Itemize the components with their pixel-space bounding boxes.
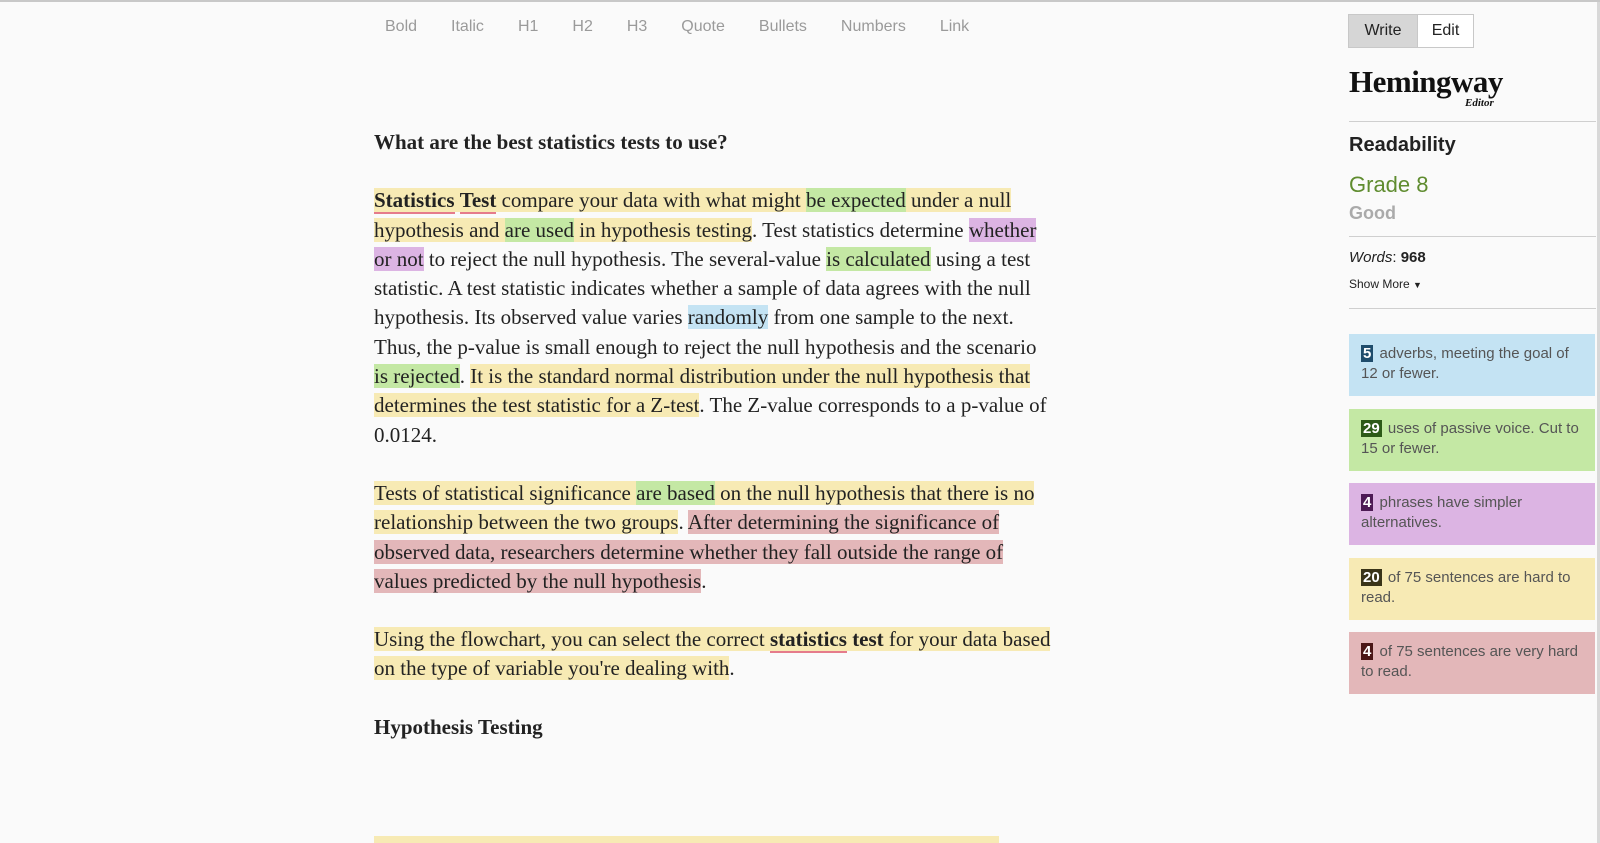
passive-voice-highlight: be expected	[806, 188, 906, 213]
hard-sentences-card: 20 of 75 sentences are hard to read.	[1349, 558, 1595, 620]
passive-voice-highlight: is rejected	[374, 364, 460, 389]
bold-text: test	[846, 627, 884, 652]
hard-sentence: Using the flowchart, you can select the …	[374, 627, 1051, 681]
bold-button[interactable]: Bold	[385, 18, 417, 36]
sentence-text: .	[459, 364, 471, 389]
word-count-label: Words	[1349, 249, 1393, 266]
very-hard-sentences-card: 4 of 75 sentences are very hard to read.	[1349, 632, 1595, 694]
adverb-highlight: randomly	[687, 305, 769, 330]
grade-level: Grade 8	[1349, 172, 1429, 197]
divider	[1349, 308, 1596, 309]
h1-button[interactable]: H1	[518, 18, 538, 36]
paragraph-3: Using the flowchart, you can select the …	[374, 625, 1054, 684]
passive-voice-highlight: are based	[636, 480, 715, 505]
word-count-value: 968	[1400, 249, 1426, 266]
sentence-text: Using the flowchart, you can select the …	[374, 627, 770, 652]
paragraph-1: Statistics Test compare your data with w…	[374, 186, 1054, 450]
paragraph-2: Tests of statistical significance are ba…	[374, 479, 1054, 596]
format-toolbar: Bold Italic H1 H2 H3 Quote Bullets Numbe…	[385, 18, 1003, 36]
italic-button[interactable]: Italic	[451, 18, 484, 36]
very-hard-text: of 75 sentences are very hard to read.	[1361, 643, 1578, 680]
sentence-text: .	[701, 568, 707, 593]
word-count: Words: 968	[1349, 249, 1426, 266]
logo-subtitle: Editor	[1465, 97, 1494, 109]
write-mode-button[interactable]: Write	[1349, 15, 1417, 47]
edit-mode-button[interactable]: Edit	[1417, 15, 1473, 47]
h3-button[interactable]: H3	[627, 18, 647, 36]
quote-button[interactable]: Quote	[681, 18, 725, 36]
complex-count: 4	[1361, 494, 1374, 511]
passive-voice-highlight: are used	[504, 217, 575, 242]
passive-voice-highlight: is calculated	[826, 246, 931, 271]
very-hard-count: 4	[1361, 643, 1374, 660]
bullets-button[interactable]: Bullets	[759, 18, 807, 36]
link-button[interactable]: Link	[940, 18, 969, 36]
next-sentence-clipped	[374, 836, 999, 843]
sentence-text: compare your data with what might	[496, 188, 806, 213]
sentence-text: . Test statistics determine	[751, 217, 969, 242]
passive-voice-card: 29 uses of passive voice. Cut to 15 or f…	[1349, 409, 1595, 471]
spelling-flag: Test	[459, 188, 497, 215]
numbers-button[interactable]: Numbers	[841, 18, 906, 36]
editor-area[interactable]: What are the best statistics tests to us…	[374, 128, 1054, 771]
adverbs-text: adverbs, meeting the goal of 12 or fewer…	[1361, 345, 1569, 382]
sentence-text: to reject the null hypothesis. The sever…	[423, 246, 827, 271]
spelling-flag: Statistics	[374, 188, 455, 215]
readability-verdict: Good	[1349, 203, 1396, 223]
sentence-text: .	[729, 656, 735, 681]
adverbs-card: 5 adverbs, meeting the goal of 12 or few…	[1349, 334, 1595, 396]
sentence-text: Tests of statistical significance	[374, 480, 637, 505]
h2-button[interactable]: H2	[572, 18, 592, 36]
passive-text: uses of passive voice. Cut to 15 or fewe…	[1361, 420, 1579, 457]
adverbs-count: 5	[1361, 345, 1374, 362]
caret-down-icon: ▼	[1413, 280, 1422, 290]
complex-phrases-card: 4 phrases have simpler alternatives.	[1349, 483, 1595, 545]
hard-text: of 75 sentences are hard to read.	[1361, 569, 1571, 606]
passive-count: 29	[1361, 420, 1382, 437]
readability-title: Readability	[1349, 134, 1456, 156]
section-heading: Hypothesis Testing	[374, 714, 543, 739]
hard-count: 20	[1361, 569, 1382, 586]
logo-title: Hemingway	[1349, 64, 1503, 99]
divider	[1349, 121, 1596, 122]
sentence-text: .	[678, 510, 688, 535]
show-more-label: Show More	[1349, 277, 1410, 291]
app-logo: Hemingway Editor	[1349, 64, 1503, 109]
mode-toggle: Write Edit	[1348, 14, 1474, 48]
spelling-flag: statistics	[769, 627, 847, 654]
complex-text: phrases have simpler alternatives.	[1361, 494, 1523, 531]
divider	[1349, 236, 1596, 237]
document-heading: What are the best statistics tests to us…	[374, 130, 728, 154]
window-top-border	[0, 0, 1600, 2]
sentence-text: in hypothesis testing	[574, 217, 752, 242]
show-more-toggle[interactable]: Show More ▼	[1349, 277, 1422, 291]
